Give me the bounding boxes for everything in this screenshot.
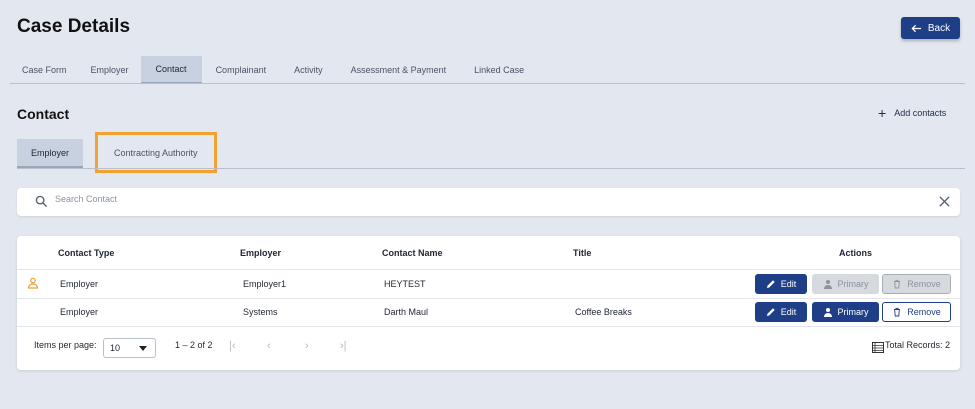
search-icon — [35, 195, 48, 208]
items-per-page-value: 10 — [110, 343, 121, 353]
tab-contact[interactable]: Contact — [140, 56, 202, 84]
search-bar — [17, 188, 960, 216]
page-range: 1 – 2 of 2 — [175, 340, 213, 350]
row1-employer: Employer1 — [243, 279, 287, 289]
row1-primary-label: Primary — [837, 279, 869, 289]
row1-edit-button[interactable]: Edit — [755, 274, 807, 294]
row2-contact-name: Darth Maul — [384, 307, 429, 317]
pencil-icon — [766, 280, 775, 288]
row1-contact-type: Employer — [60, 279, 99, 289]
first-page-icon[interactable]: |‹ — [229, 340, 236, 352]
person-icon — [823, 280, 832, 289]
add-contacts-label: Add contacts — [894, 108, 947, 118]
row2-primary-button[interactable]: Primary — [812, 302, 879, 322]
subtab-contracting-authority[interactable]: Contracting Authority — [95, 132, 217, 173]
row2-employer: Systems — [243, 307, 278, 317]
row2-contact-type: Employer — [60, 307, 99, 317]
contact-subtabs: Employer Contracting Authority — [17, 132, 217, 173]
header-contact-type[interactable]: Contact Type — [58, 248, 114, 258]
back-button-label: Back — [927, 22, 951, 34]
tab-assessment-payment[interactable]: Assessment & Payment — [337, 56, 461, 84]
contacts-table: Contact Type Employer Contact Name Title… — [17, 236, 960, 370]
tabs-divider — [10, 83, 965, 84]
person-icon — [823, 308, 832, 317]
row-divider — [17, 298, 960, 299]
row2-remove-button[interactable]: Remove — [882, 302, 951, 322]
row1-remove-label: Remove — [907, 279, 941, 289]
row2-edit-label: Edit — [780, 307, 797, 317]
tab-case-form[interactable]: Case Form — [10, 56, 79, 84]
last-page-icon[interactable]: ›| — [340, 340, 347, 352]
total-records: Total Records: 2 — [885, 340, 951, 350]
caret-down-icon — [139, 346, 147, 351]
row2-title: Coffee Breaks — [575, 307, 632, 317]
subtabs-divider — [17, 168, 965, 169]
back-button[interactable]: Back — [901, 17, 960, 39]
pencil-icon — [766, 308, 775, 316]
row-divider — [17, 326, 960, 327]
search-input[interactable] — [55, 194, 855, 204]
contact-section-title: Contact — [17, 106, 70, 122]
case-tabs: Case Form Employer Contact Complainant A… — [10, 56, 538, 84]
items-per-page-select[interactable]: 10 — [103, 338, 156, 358]
tab-activity[interactable]: Activity — [280, 56, 337, 84]
tab-employer[interactable]: Employer — [79, 56, 141, 84]
records-icon — [872, 342, 884, 353]
tab-linked-case[interactable]: Linked Case — [460, 56, 538, 84]
close-icon[interactable] — [939, 196, 950, 207]
trash-icon — [894, 307, 901, 317]
header-contact-name[interactable]: Contact Name — [382, 248, 443, 258]
row1-remove-button[interactable]: Remove — [882, 274, 951, 294]
prev-page-icon[interactable]: ‹ — [267, 340, 271, 352]
header-title[interactable]: Title — [573, 248, 591, 258]
add-contacts-button[interactable]: + Add contacts — [878, 105, 947, 121]
arrow-left-icon — [911, 24, 921, 32]
row-divider — [17, 269, 960, 270]
primary-contact-icon — [27, 277, 39, 289]
row1-contact-name: HEYTEST — [384, 279, 426, 289]
page-title: Case Details — [17, 16, 131, 37]
trash-icon — [894, 279, 901, 289]
row1-edit-label: Edit — [780, 279, 797, 289]
header-actions: Actions — [839, 248, 873, 258]
header-employer[interactable]: Employer — [240, 248, 281, 258]
plus-icon: + — [878, 105, 887, 121]
next-page-icon[interactable]: › — [305, 340, 309, 352]
row2-edit-button[interactable]: Edit — [755, 302, 807, 322]
row2-primary-label: Primary — [837, 307, 869, 317]
row1-primary-button[interactable]: Primary — [812, 274, 879, 294]
row2-remove-label: Remove — [907, 307, 941, 317]
subtab-employer[interactable]: Employer — [17, 139, 84, 168]
tab-complainant[interactable]: Complainant — [202, 56, 281, 84]
items-per-page-label: Items per page: — [34, 340, 97, 350]
